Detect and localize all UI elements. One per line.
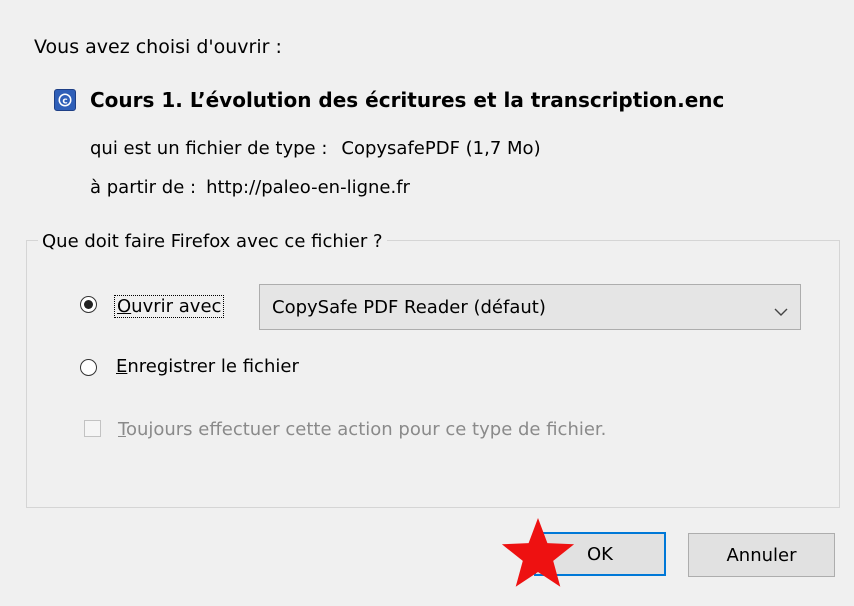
open-with-accesskey: O <box>117 296 132 317</box>
cancel-button[interactable]: Annuler <box>688 533 835 577</box>
file-source-label: à partir de : <box>90 177 197 198</box>
save-file-label[interactable]: Enregistrer le fichier <box>116 356 299 377</box>
open-with-radio[interactable] <box>80 296 97 313</box>
open-with-label-rest: uvrir avec <box>131 296 222 317</box>
dialog-intro-text: Vous avez choisi d'ouvrir : <box>34 36 282 58</box>
always-do-this-accesskey: T <box>118 419 126 440</box>
save-file-radio[interactable] <box>80 359 97 376</box>
save-file-accesskey: E <box>116 356 128 377</box>
file-type-row: qui est un fichier de type : CopysafePDF … <box>90 138 541 159</box>
application-select-value: CopySafe PDF Reader (défaut) <box>272 296 546 318</box>
application-select[interactable]: CopySafe PDF Reader (défaut) <box>259 284 801 330</box>
file-name: Cours 1. L’évolution des écritures et la… <box>90 88 725 112</box>
file-source-value: http://paleo-en-ligne.fr <box>206 177 410 198</box>
always-do-this-checkbox[interactable] <box>84 420 101 437</box>
always-do-this-label-rest: oujours effectuer cette action pour ce t… <box>125 419 607 440</box>
red-star-icon <box>501 518 575 587</box>
copysafe-file-icon: c <box>54 89 76 111</box>
svg-text:c: c <box>62 97 67 107</box>
radio-selected-dot <box>84 300 93 309</box>
chevron-down-icon <box>774 301 788 322</box>
file-source-row: à partir de : http://paleo-en-ligne.fr <box>90 177 410 198</box>
action-group-title: Que doit faire Firefox avec ce fichier ? <box>38 231 387 252</box>
file-type-value: CopysafePDF (1,7 Mo) <box>341 138 541 159</box>
file-row: c Cours 1. L’évolution des écritures et … <box>54 87 724 113</box>
file-type-label: qui est un fichier de type : <box>90 138 328 159</box>
open-with-label[interactable]: Ouvrir avec <box>114 295 225 318</box>
save-file-label-rest: nregistrer le fichier <box>127 356 299 377</box>
always-do-this-label[interactable]: Toujours effectuer cette action pour ce … <box>118 419 606 440</box>
